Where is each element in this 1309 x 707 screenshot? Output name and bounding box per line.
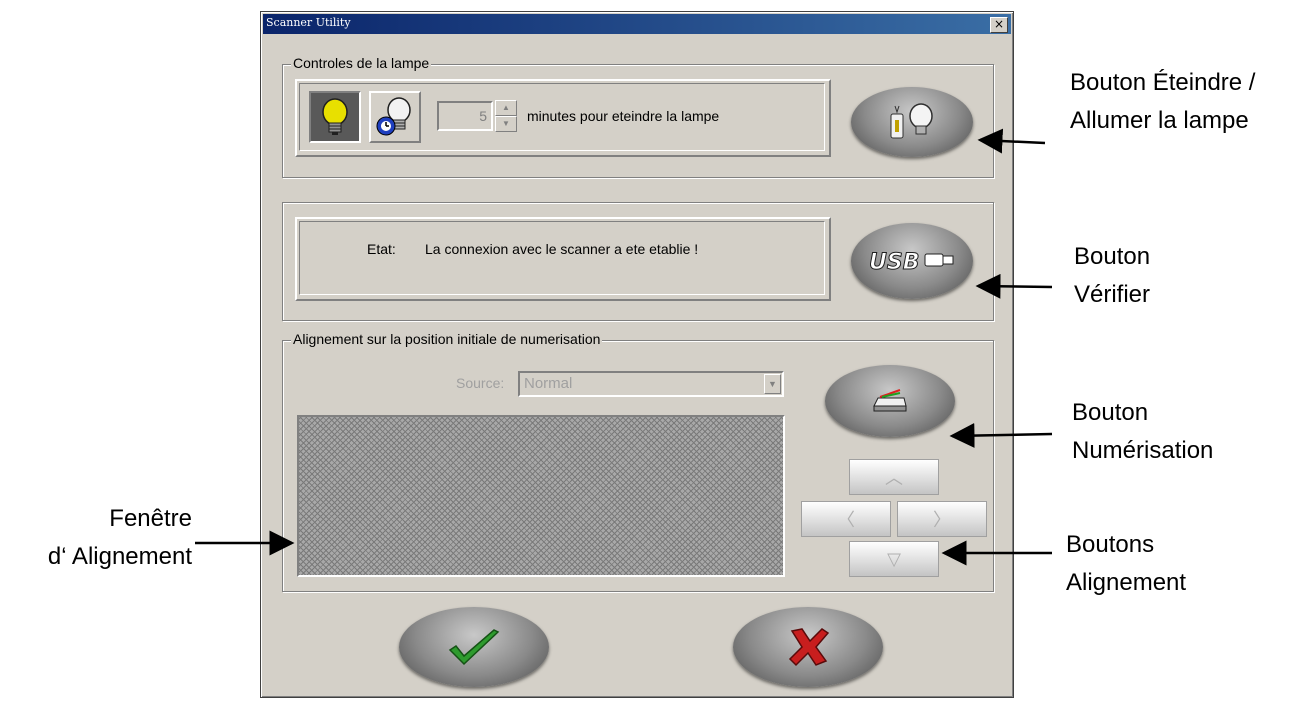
annotation-arrows: [195, 128, 1053, 566]
arrow-lamp: [977, 128, 1046, 154]
arrow-scan: [949, 423, 1053, 449]
arrow-verify: [975, 273, 1053, 299]
